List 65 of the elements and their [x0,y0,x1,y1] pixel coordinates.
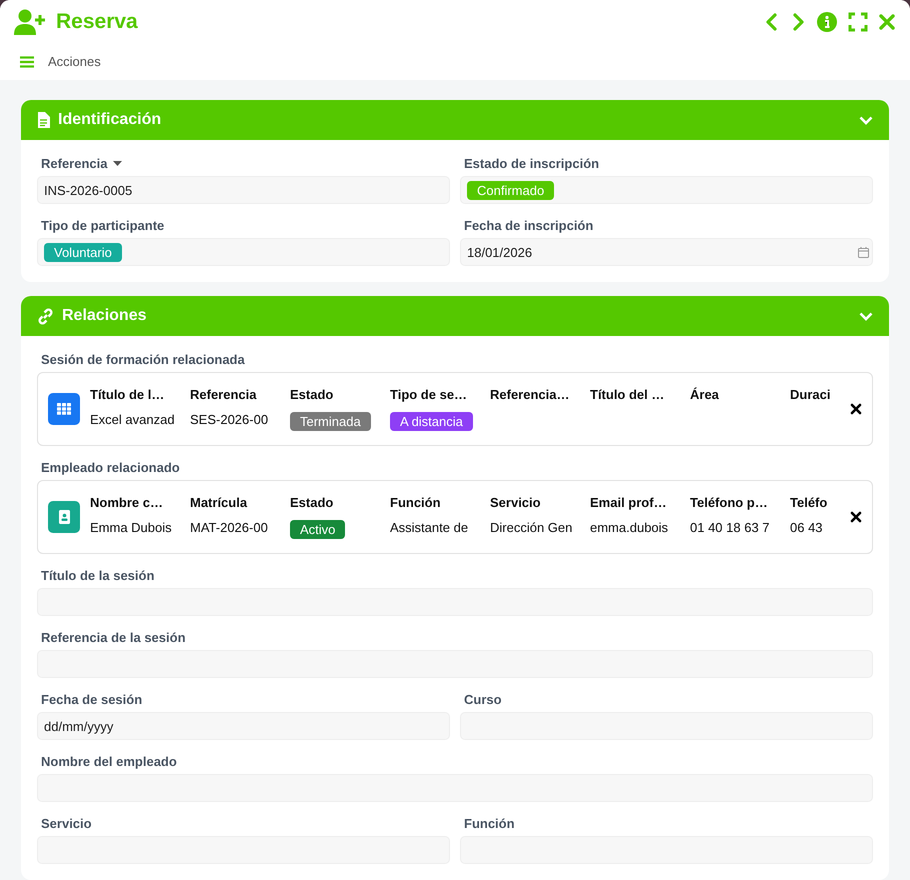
menu-icon[interactable] [20,56,34,68]
date-value: 18/01/2026 [467,244,532,260]
status-badge: A distancia [390,412,473,431]
add-user-icon [14,8,46,35]
link-icon [37,308,54,324]
close-button[interactable] [878,12,896,31]
column-header: Estado [290,495,334,510]
table-cell-text: 01 40 18 63 7 [690,520,770,537]
table-cell-text: MAT-2026-00 [190,520,268,537]
column-header: Matrícula [190,495,248,510]
field-label: Referencia [37,156,450,171]
contact-card-icon [58,510,70,524]
section-title: Relaciones [62,307,148,325]
input-field[interactable]: INS-2026-0005 [37,176,450,204]
column-header: Email prof… [590,495,668,510]
table-cell-text: Emma Dubois [90,520,172,537]
field-label: Empleado relacionado [40,460,181,475]
status-badge: Terminada [290,412,371,431]
column-header: Título de l… [90,387,166,402]
column-header: Duraci [790,387,832,402]
column-header: Título del … [590,387,666,402]
field-label: Referencia de la sesión [40,630,187,645]
remove-icon[interactable] [850,403,862,415]
column-header: Referencia [190,387,258,402]
field-label: Sesión de formación relacionada [40,352,246,367]
date-placeholder: dd/mm/yyyy [44,718,114,734]
field-label: Función [463,816,516,831]
table-cell-text: Dirección Gen [490,520,572,537]
column-header: Tipo de se… [390,387,468,402]
status-badge: Voluntario [44,242,122,262]
table-cell-text: Excel avanzad [90,412,175,429]
document-icon [37,112,50,128]
status-badge: Activo [290,520,346,539]
column-header: Estado [290,387,334,402]
table-cell-text: SES-2026-00 [190,412,268,429]
field-label: Nombre del empleado [40,754,178,769]
calendar-icon [858,246,869,258]
status-badge: Confirmado [467,180,554,200]
field-label: Curso [463,692,503,707]
column-header: Teléfono p… [690,495,769,510]
field-label: Servicio [40,816,93,831]
grid-icon [57,403,71,415]
column-header: Nombre c… [90,495,164,510]
actions-menu[interactable]: Acciones [48,54,101,70]
input-field[interactable]: 18/01/2026 [460,238,873,266]
table-cell-text: emma.dubois [590,520,668,537]
table-cell-text: Assistante de [390,520,468,537]
column-header: Área [690,387,720,402]
field-label: Título de la sesión [40,568,156,583]
fullscreen-button[interactable] [848,12,868,32]
field-label: Tipo de participante [40,218,166,233]
field-label: Fecha de inscripción [463,218,594,233]
table-cell-text: 06 43 [790,520,823,537]
remove-icon[interactable] [850,511,862,523]
field-label: Estado de inscripción [463,156,600,171]
column-header: Servicio [490,495,542,510]
column-header: Referencia… [490,387,570,402]
window-title: Reserva [56,10,139,34]
column-header: Teléfo [790,495,828,510]
field-label: Fecha de sesión [40,692,144,707]
field-value: INS-2026-0005 [44,182,132,198]
info-button[interactable] [816,10,838,33]
section-title: Identificación [58,111,162,129]
column-header: Función [390,495,442,510]
input-field[interactable]: dd/mm/yyyy [37,712,450,740]
